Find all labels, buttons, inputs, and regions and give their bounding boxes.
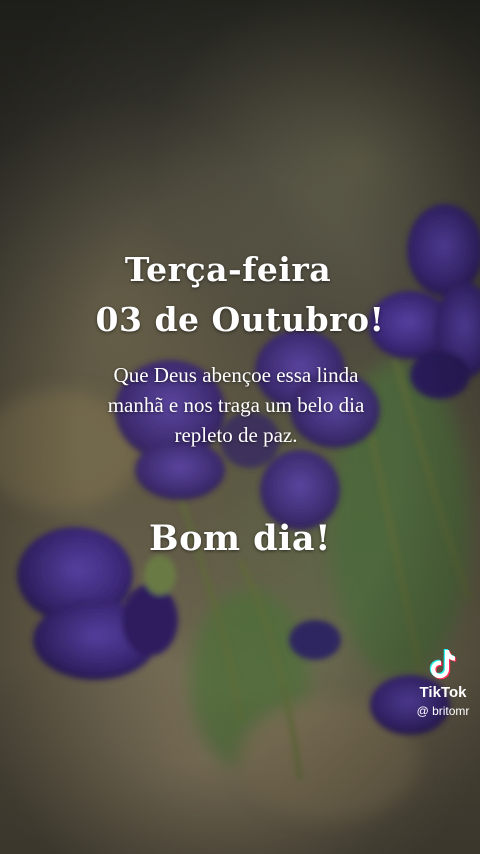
background-photo: Terça-feira 03 de Outubro! Que Deus aben… bbox=[0, 0, 480, 854]
blessing-message: Que Deus abençoe essa linda manhã e nos … bbox=[107, 363, 365, 447]
greeting-title: Bom dia! bbox=[149, 518, 331, 559]
date-title: 03 de Outubro! bbox=[95, 300, 385, 339]
tiktok-watermark: TikTok @ britomr bbox=[408, 648, 478, 718]
tiktok-brand-label: TikTok bbox=[419, 684, 467, 701]
tiktok-handle: @ britomr bbox=[416, 704, 470, 718]
day-title: Terça-feira bbox=[124, 250, 332, 289]
tiktok-note-icon bbox=[429, 649, 457, 680]
